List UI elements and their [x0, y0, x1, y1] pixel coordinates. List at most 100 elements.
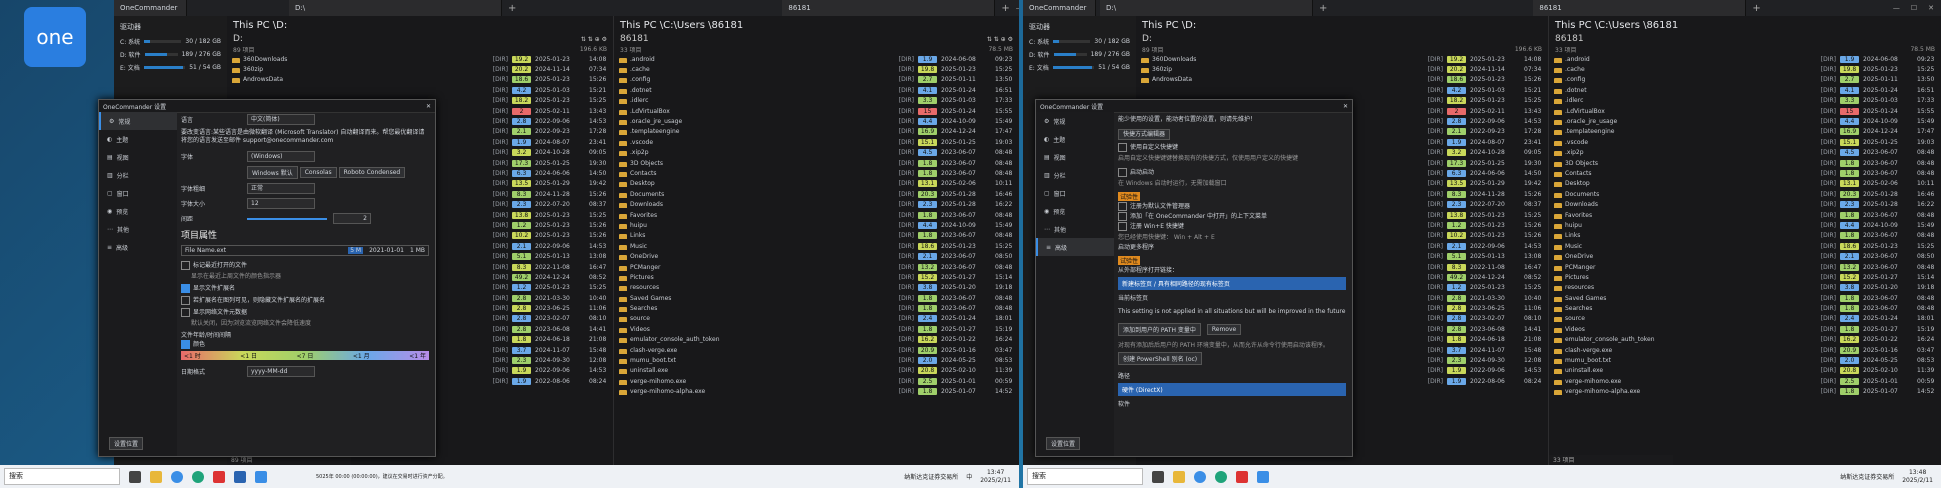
age-scale[interactable]: <1 时 <1 日 <7 日 <1 月 <1 年: [181, 351, 429, 360]
nav-other[interactable]: ⋯ 其他: [1036, 220, 1114, 238]
file-row[interactable]: emulator_console_auth_token [DIR] 16.2 2025…: [614, 335, 1019, 345]
file-row[interactable]: OneDrive [DIR] 2.1 2023-06-07 08:50: [1549, 251, 1941, 261]
ime-indicator[interactable]: 中: [966, 472, 972, 481]
file-row[interactable]: uninstall.exe [DIR] 20.8 2025-02-10 11:39: [1549, 366, 1941, 376]
onecommander-task-icon[interactable]: [255, 470, 267, 483]
render-option-selected[interactable]: 硬件 (DirectX): [1118, 383, 1346, 396]
pane-address[interactable]: 86181: [1549, 34, 1941, 44]
file-row[interactable]: clash-verge.exe [DIR] 20.9 2025-01-16 03:47: [614, 345, 1019, 355]
date-format-select[interactable]: yyyy-MM-dd: [247, 366, 315, 377]
wps-icon[interactable]: [1236, 470, 1248, 483]
file-row[interactable]: .config [DIR] 2.7 2025-01-11 13:50: [614, 75, 1019, 85]
file-row[interactable]: .cache [DIR] 19.8 2025-01-23 15:25: [614, 64, 1019, 74]
file-row[interactable]: huipu [DIR] 4.4 2024-10-09 15:49: [614, 220, 1019, 230]
file-row[interactable]: Searches [DIR] 1.8 2023-06-07 08:48: [1549, 303, 1941, 313]
pane-path[interactable]: This PC \D:: [1136, 16, 1548, 34]
checkbox[interactable]: [1118, 202, 1127, 211]
file-row[interactable]: AndrowsData [DIR] 18.6 2025-01-23 15:26: [1136, 75, 1548, 85]
font-windows-button[interactable]: Windows 默认: [247, 166, 298, 179]
file-row[interactable]: 3D Objects [DIR] 1.8 2023-06-07 08:48: [1549, 158, 1941, 168]
option-recent[interactable]: 标记最近打开的文件: [181, 260, 429, 270]
taskbar-search[interactable]: 搜索: [1027, 468, 1143, 485]
render-option[interactable]: 软件: [1118, 399, 1346, 408]
app-title-tab[interactable]: OneCommander: [114, 0, 187, 16]
option-startup[interactable]: 启动启动: [1118, 167, 1346, 177]
file-row[interactable]: .android [DIR] 1.9 2024-06-08 09:23: [1549, 54, 1941, 64]
nav-window[interactable]: ▢ 窗口: [1036, 184, 1114, 202]
font-consolas-button[interactable]: Consolas: [299, 167, 337, 178]
explorer-icon[interactable]: [150, 470, 162, 483]
task-view-icon[interactable]: [1152, 470, 1164, 483]
file-row[interactable]: Links [DIR] 1.8 2023-06-07 08:48: [614, 231, 1019, 241]
spacing-input[interactable]: 2: [333, 213, 371, 224]
drive-c[interactable]: C: 系统 30 / 182 GB: [114, 35, 227, 48]
file-row[interactable]: Searches [DIR] 1.8 2023-06-07 08:48: [614, 303, 1019, 313]
file-row[interactable]: emulator_console_auth_token [DIR] 16.2 2025…: [1549, 335, 1941, 345]
file-row[interactable]: .idlerc [DIR] 3.3 2025-01-03 17:33: [614, 96, 1019, 106]
file-row[interactable]: .templateengine [DIR] 16.9 2024-12-24 17:47: [1549, 127, 1941, 137]
file-row[interactable]: .android [DIR] 1.9 2024-06-08 09:23: [614, 54, 1019, 64]
font-roboto-button[interactable]: Roboto Condensed: [338, 167, 406, 178]
sort-icons[interactable]: ⇅ ⇅ ⊕ ⚙: [581, 36, 607, 43]
nav-columns[interactable]: ▥ 分栏: [99, 166, 177, 184]
file-row[interactable]: Favorites [DIR] 1.8 2023-06-07 08:48: [1549, 210, 1941, 220]
chrome-icon[interactable]: [1194, 470, 1206, 483]
tab-86181[interactable]: 86181: [782, 0, 996, 16]
checkbox[interactable]: [1118, 143, 1127, 152]
nav-view[interactable]: ▤ 视图: [1036, 148, 1114, 166]
file-row[interactable]: .templateengine [DIR] 16.9 2024-12-24 17:47: [614, 127, 1019, 137]
onecommander-logo-icon[interactable]: one: [24, 7, 86, 67]
clock[interactable]: 13:47 2025/2/11: [980, 469, 1011, 485]
file-row[interactable]: .config [DIR] 2.7 2025-01-11 13:50: [1549, 75, 1941, 85]
pane-path[interactable]: This PC \D:: [227, 16, 613, 34]
file-row[interactable]: verge-mihomo-alpha.exe [DIR] 1.8 2025-01-07…: [614, 387, 1019, 397]
file-row[interactable]: huipu [DIR] 4.4 2024-10-09 15:49: [1549, 220, 1941, 230]
file-row[interactable]: .cache [DIR] 19.8 2025-01-23 15:25: [1549, 64, 1941, 74]
nav-theme[interactable]: ◐ 主题: [99, 130, 177, 148]
drive-d[interactable]: D: 软件 189 / 276 GB: [114, 48, 227, 61]
nav-columns[interactable]: ▥ 分栏: [1036, 166, 1114, 184]
checkbox[interactable]: [181, 308, 190, 317]
file-row[interactable]: Contacts [DIR] 1.8 2023-06-07 08:48: [614, 168, 1019, 178]
app-title-tab[interactable]: OneCommander: [1023, 0, 1096, 16]
close-icon[interactable]: ✕: [1343, 103, 1352, 110]
nav-advanced[interactable]: ≡ 高级: [99, 238, 177, 256]
file-row[interactable]: Links [DIR] 1.8 2023-06-07 08:48: [1549, 231, 1941, 241]
size-select[interactable]: 12: [247, 198, 315, 209]
file-row[interactable]: Saved Games [DIR] 1.8 2023-06-07 08:48: [614, 293, 1019, 303]
file-row[interactable]: mumu_boot.txt [DIR] 2.0 2024-05-25 08:53: [1549, 355, 1941, 365]
sort-icons[interactable]: ⇅ ⇅ ⊕ ⚙: [987, 36, 1013, 43]
option-default-fm[interactable]: 注册为默认文件管理器: [1118, 201, 1346, 211]
new-tab-button[interactable]: +: [1746, 3, 1766, 14]
app-icon[interactable]: [234, 470, 246, 483]
file-row[interactable]: OneDrive [DIR] 2.1 2023-06-07 08:50: [614, 251, 1019, 261]
file-row[interactable]: [DIR] 4.2 2025-01-03 15:21: [227, 85, 613, 95]
tab-86181[interactable]: 86181: [1533, 0, 1747, 16]
close-icon[interactable]: ✕: [1928, 4, 1934, 12]
file-row[interactable]: Pictures [DIR] 15.2 2025-01-27 15:14: [614, 272, 1019, 282]
drive-e[interactable]: E: 文档 51 / 54 GB: [1023, 61, 1136, 74]
close-icon[interactable]: ✕: [426, 103, 435, 110]
checkbox[interactable]: [1118, 212, 1127, 221]
nav-window[interactable]: ▢ 窗口: [99, 184, 177, 202]
file-row[interactable]: Videos [DIR] 1.8 2025-01-27 15:19: [614, 324, 1019, 334]
pane-address[interactable]: D:: [1136, 34, 1548, 44]
file-row[interactable]: .oracle_jre_usage [DIR] 4.4 2024-10-09 15:49: [614, 116, 1019, 126]
wps-icon[interactable]: [213, 470, 225, 483]
pane-path[interactable]: This PC \C:\Users \86181: [614, 16, 1019, 34]
nav-other[interactable]: ⋯ 其他: [99, 220, 177, 238]
file-row[interactable]: mumu_boot.txt [DIR] 2.0 2024-05-25 08:53: [614, 355, 1019, 365]
powershell-alias-button[interactable]: 创建 PowerShell 别名 (oc): [1118, 352, 1203, 365]
open-links-option-selected[interactable]: 新建标签页 / 具有相同路径的现有标签页: [1118, 277, 1346, 290]
font-select[interactable]: (Windows): [247, 151, 315, 162]
file-row[interactable]: Music [DIR] 18.6 2025-01-23 15:25: [1549, 241, 1941, 251]
apply-button[interactable]: 设置位置: [109, 437, 144, 450]
file-row[interactable]: 360zip [DIR] 20.2 2024-11-14 07:34: [227, 64, 613, 74]
edge-icon[interactable]: [1215, 470, 1227, 483]
age-color-option[interactable]: 颜色: [181, 339, 429, 349]
file-row[interactable]: Videos [DIR] 1.8 2025-01-27 15:19: [1549, 324, 1941, 334]
file-row[interactable]: .oracle_jre_usage [DIR] 4.4 2024-10-09 15:49: [1549, 116, 1941, 126]
spacing-slider[interactable]: [247, 217, 327, 220]
open-links-option[interactable]: 当前标签页: [1118, 293, 1346, 302]
pane-address[interactable]: D: ⇅ ⇅ ⊕ ⚙: [227, 34, 613, 44]
